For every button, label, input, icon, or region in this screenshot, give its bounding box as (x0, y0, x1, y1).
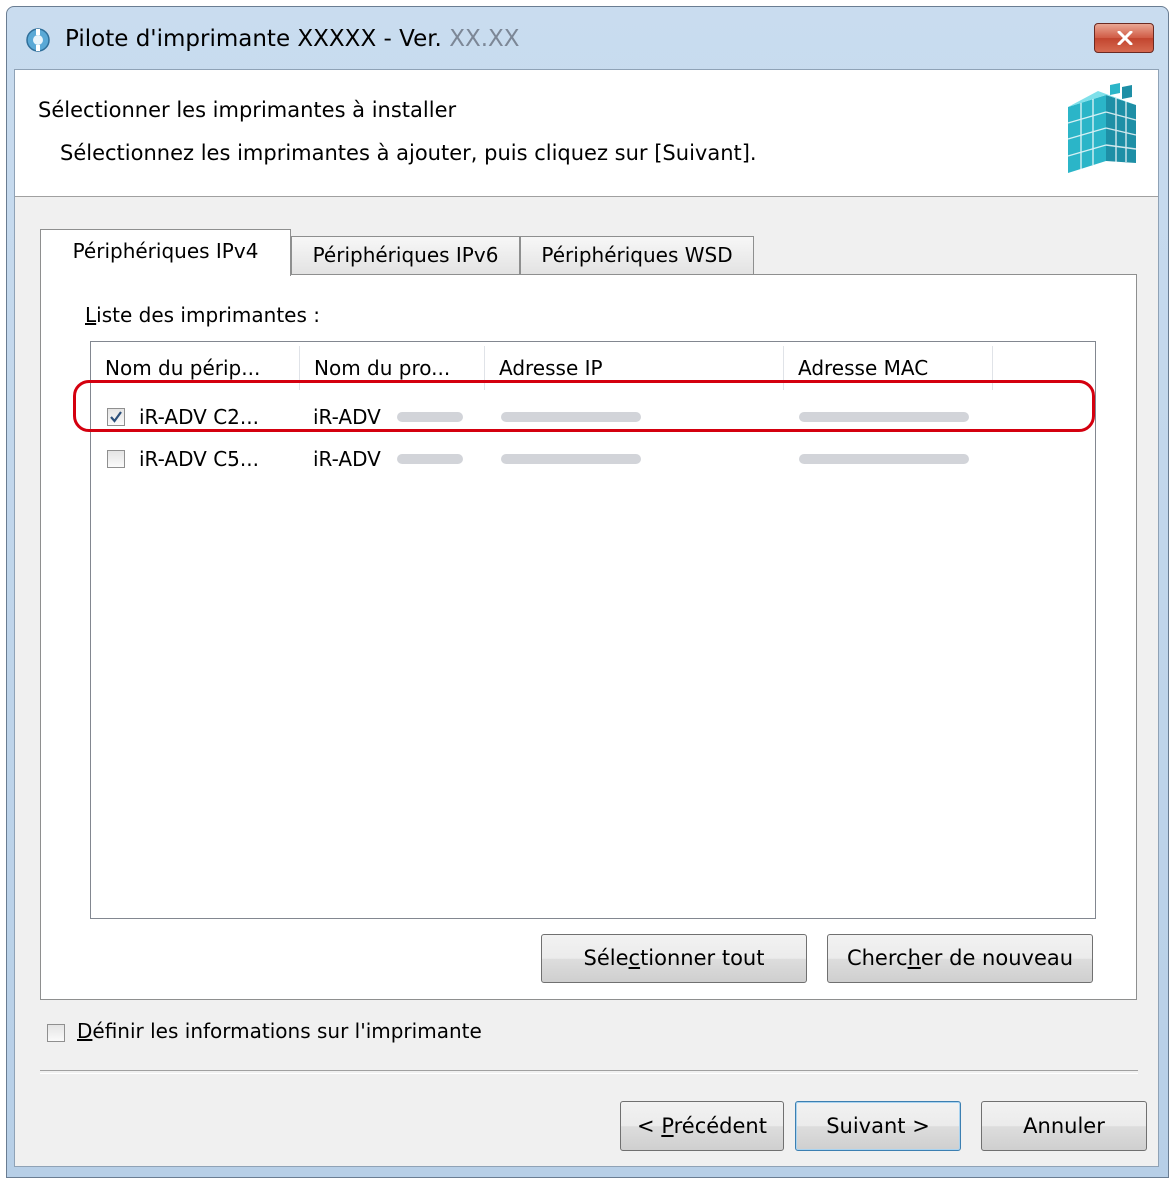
cell-product-name: iR-ADV (313, 447, 381, 471)
printer-list-label-mnemonic: L (85, 303, 97, 327)
tab-wsd[interactable]: Périphériques WSD (520, 236, 754, 274)
search-again-button[interactable]: Chercher de nouveau (827, 934, 1093, 983)
define-printer-info-label[interactable]: Définir les informations sur l'imprimant… (77, 1019, 482, 1043)
close-button[interactable] (1094, 23, 1154, 53)
dialog-client-area: Sélectionner les imprimantes à installer… (14, 69, 1159, 1167)
next-button[interactable]: Suivant > (795, 1101, 961, 1151)
tab-ipv4[interactable]: Périphériques IPv4 (40, 229, 291, 276)
define-printer-info-text: éfinir les informations sur l'imprimante (92, 1019, 482, 1043)
cell-product-name: iR-ADV (313, 405, 381, 429)
close-icon (1117, 31, 1133, 45)
button-bar-separator (40, 1070, 1138, 1074)
title-bar[interactable]: Pilote d'imprimante XXXXX - Ver. XX.XX (7, 7, 1168, 69)
window-title-version: XX.XX (449, 26, 520, 52)
cancel-button[interactable]: Annuler (981, 1101, 1147, 1151)
list-row[interactable]: iR-ADV C5... iR-ADV (91, 442, 1091, 476)
list-row[interactable]: iR-ADV C2... iR-ADV (91, 400, 1091, 434)
cell-device-name: iR-ADV C5... (139, 447, 259, 471)
window-title-text: Pilote d'imprimante XXXXX - Ver. (65, 26, 450, 52)
previous-mnemonic: P (661, 1114, 674, 1138)
define-printer-info-mnemonic: D (77, 1019, 93, 1043)
obscured-model-number (397, 412, 463, 422)
column-header-mac-address[interactable]: Adresse MAC (784, 342, 992, 394)
obscured-ip-address (501, 412, 641, 422)
search-again-mnemonic: h (907, 946, 921, 970)
select-all-button[interactable]: Sélectionner tout (541, 934, 807, 983)
header-title: Sélectionner les imprimantes à installer (38, 98, 457, 122)
printer-list[interactable]: Nom du périp... Nom du pro... Adresse IP… (90, 341, 1096, 919)
previous-button[interactable]: < Précédent (620, 1101, 784, 1151)
obscured-mac-address (799, 454, 969, 464)
dialog-window: Pilote d'imprimante XXXXX - Ver. XX.XX S… (6, 6, 1169, 1178)
column-header-product-name[interactable]: Nom du pro... (300, 342, 484, 394)
row-checkbox[interactable] (107, 450, 125, 468)
obscured-ip-address (501, 454, 641, 464)
search-again-label-rest: er de nouveau (920, 946, 1074, 970)
tab-panel-ipv4: Liste des imprimantes : Nom du périp... … (40, 274, 1137, 1000)
obscured-mac-address (799, 412, 969, 422)
cell-device-name: iR-ADV C2... (139, 405, 259, 429)
printer-driver-icon (26, 28, 50, 52)
printer-list-label: Liste des imprimantes : (85, 303, 320, 327)
column-separator[interactable] (992, 346, 993, 390)
row-checkbox[interactable] (107, 408, 125, 426)
select-all-mnemonic: c (628, 946, 641, 970)
printer-cube-icon (1067, 83, 1137, 173)
select-all-label-rest: tionner tout (640, 946, 765, 970)
obscured-model-number (397, 454, 463, 464)
window-title: Pilote d'imprimante XXXXX - Ver. XX.XX (65, 26, 520, 52)
column-header-device-name[interactable]: Nom du périp... (91, 342, 299, 394)
header-subtitle: Sélectionnez les imprimantes à ajouter, … (60, 141, 757, 165)
wizard-header: Sélectionner les imprimantes à installer… (15, 70, 1158, 197)
previous-label-rest: récédent (673, 1114, 767, 1138)
search-again-label: Cherc (846, 946, 908, 970)
select-all-label: Séle (583, 946, 629, 970)
previous-label: < (637, 1114, 662, 1138)
printer-list-label-text: iste des imprimantes : (96, 303, 321, 327)
column-header-ip-address[interactable]: Adresse IP (485, 342, 783, 394)
tab-ipv6[interactable]: Périphériques IPv6 (291, 236, 520, 274)
checkmark-icon (110, 411, 122, 423)
define-printer-info-checkbox[interactable] (47, 1024, 65, 1042)
